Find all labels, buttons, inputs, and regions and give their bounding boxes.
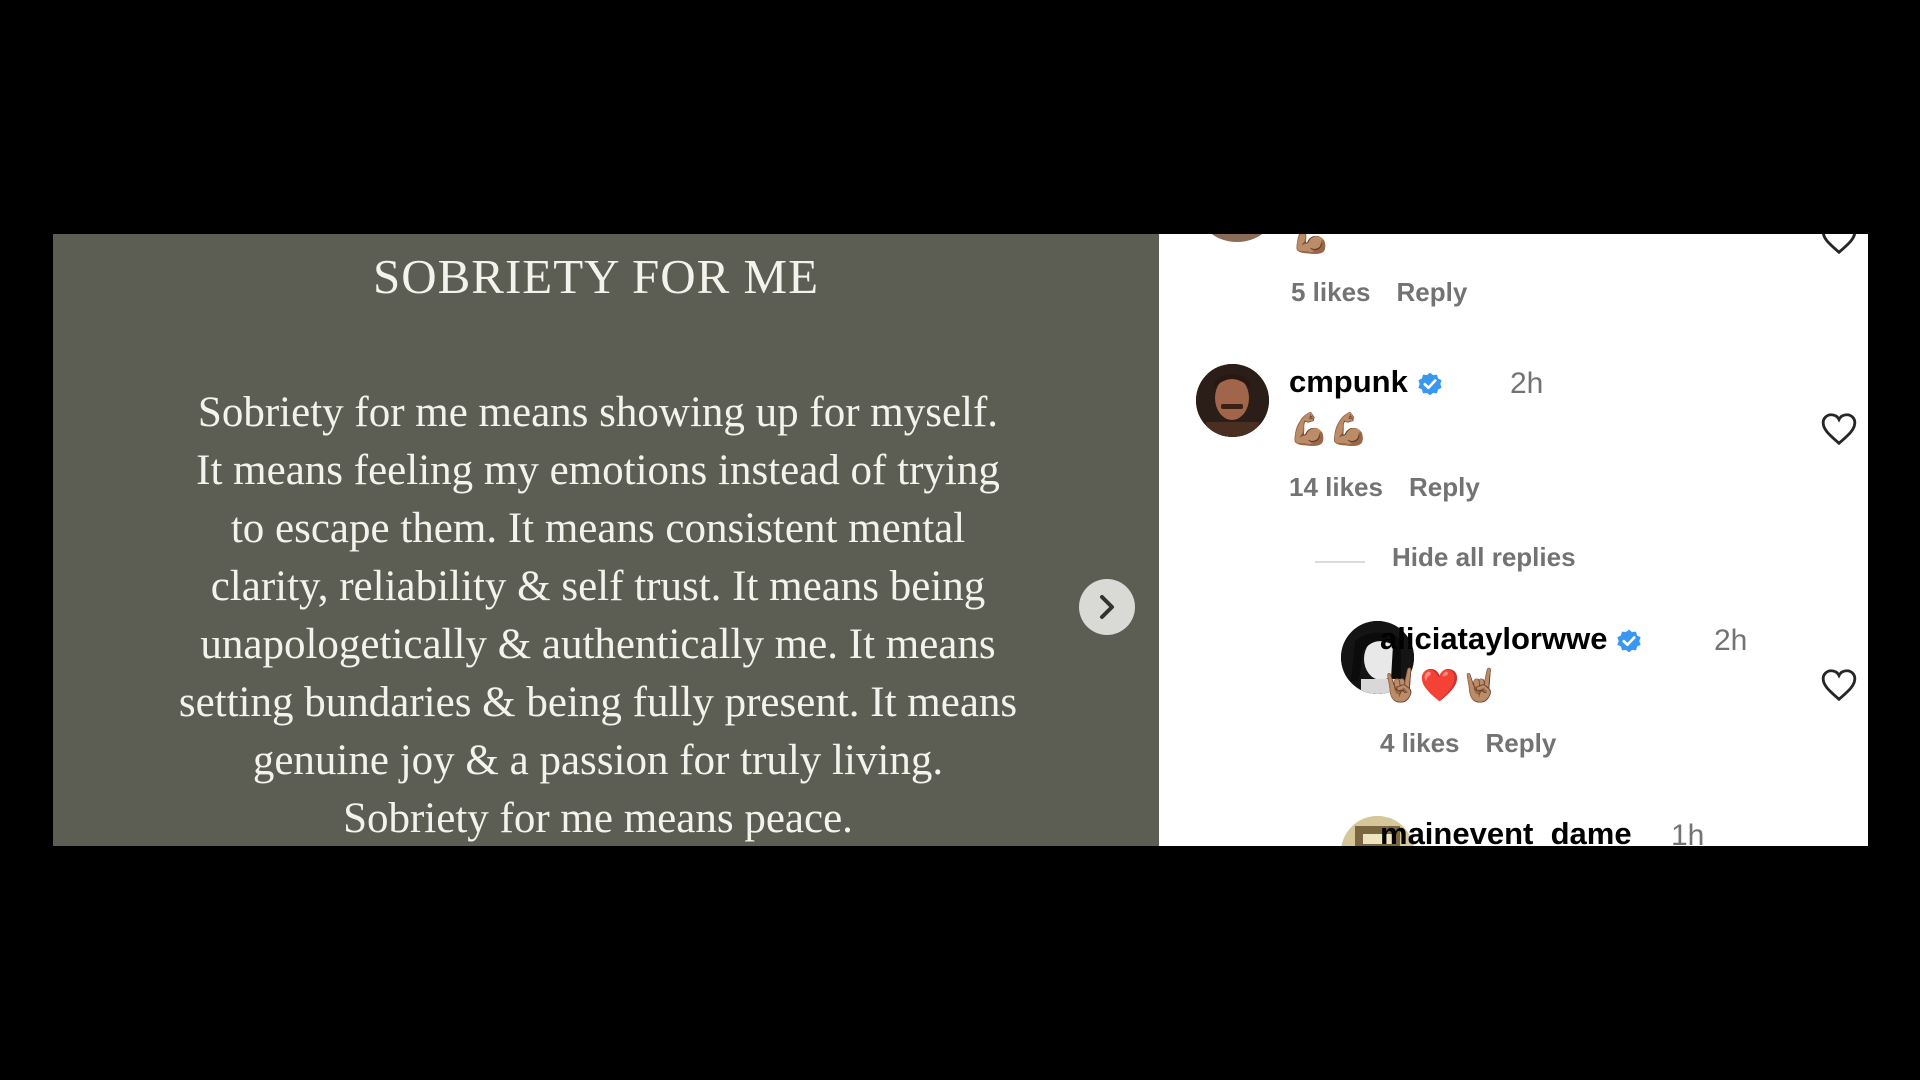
avatar[interactable]: [1196, 364, 1269, 437]
verified-badge-icon: [1418, 372, 1442, 396]
verified-badge-icon: [1617, 629, 1642, 653]
comment-emoji: 🤘🏽❤️🤘🏽: [1380, 666, 1500, 704]
likes-count[interactable]: 5 likes: [1291, 277, 1371, 307]
username-text[interactable]: aliciataylorwwe: [1380, 621, 1607, 656]
post-body-line: clarity, reliability & self trust. It me…: [210, 563, 986, 610]
comment-meta: 14 likes Reply: [1289, 472, 1480, 503]
post-frame: SOBRIETY FOR ME Sobriety for me means sh…: [53, 234, 1868, 846]
post-body-line: Sobriety for me means peace.: [343, 795, 853, 842]
comment-emoji: 💪🏽: [1291, 234, 1331, 256]
comment-username[interactable]: cmpunk: [1289, 364, 1444, 400]
heart-icon[interactable]: [1820, 667, 1858, 703]
heart-icon[interactable]: [1820, 411, 1858, 447]
avatar-image: [1196, 364, 1269, 437]
reply-button[interactable]: Reply: [1397, 277, 1468, 307]
post-body-line: unapologetically & authentically me. It …: [200, 621, 996, 668]
chevron-right-icon: [1100, 595, 1114, 619]
comment-time: 2h: [1510, 367, 1544, 400]
comment-time: 1h: [1671, 819, 1705, 846]
comment-meta: 5 likes Reply: [1291, 277, 1467, 308]
post-body: Sobriety for me means showing up for mys…: [108, 384, 1088, 846]
post-body-line: genuine joy & a passion for truly living…: [252, 737, 944, 784]
comment-meta: 4 likes Reply: [1380, 728, 1556, 759]
avatar[interactable]: [1201, 234, 1273, 242]
next-slide-button[interactable]: [1079, 579, 1135, 635]
likes-count[interactable]: 4 likes: [1380, 728, 1460, 758]
replies-divider: [1315, 561, 1365, 563]
post-body-line: to escape them. It means consistent ment…: [230, 505, 966, 552]
hide-replies-button[interactable]: Hide all replies: [1392, 542, 1576, 573]
post-body-line: It means feeling my emotions instead of …: [196, 447, 1000, 494]
heart-icon[interactable]: [1820, 234, 1858, 256]
post-body-line: Sobriety for me means showing up for mys…: [197, 389, 999, 436]
comment-emoji: 💪🏽💪🏽: [1289, 410, 1369, 448]
comment-username[interactable]: aliciataylorwwe: [1380, 621, 1643, 657]
comment-username[interactable]: mainevent_dame: [1380, 816, 1632, 846]
comments-panel: 💪🏽 5 likes Reply cmpunk 2h 💪🏽💪🏽 14 likes R…: [1159, 234, 1868, 846]
post-title: SOBRIETY FOR ME: [372, 249, 820, 304]
username-text[interactable]: cmpunk: [1289, 364, 1408, 399]
reply-button[interactable]: Reply: [1486, 728, 1557, 758]
likes-count[interactable]: 14 likes: [1289, 472, 1383, 502]
post-image: SOBRIETY FOR ME Sobriety for me means sh…: [53, 234, 1159, 846]
username-text[interactable]: mainevent_dame: [1380, 816, 1632, 846]
reply-button[interactable]: Reply: [1409, 472, 1480, 502]
post-body-line: setting bundaries & being fully present.…: [178, 679, 1018, 726]
comment-time: 2h: [1714, 624, 1748, 657]
